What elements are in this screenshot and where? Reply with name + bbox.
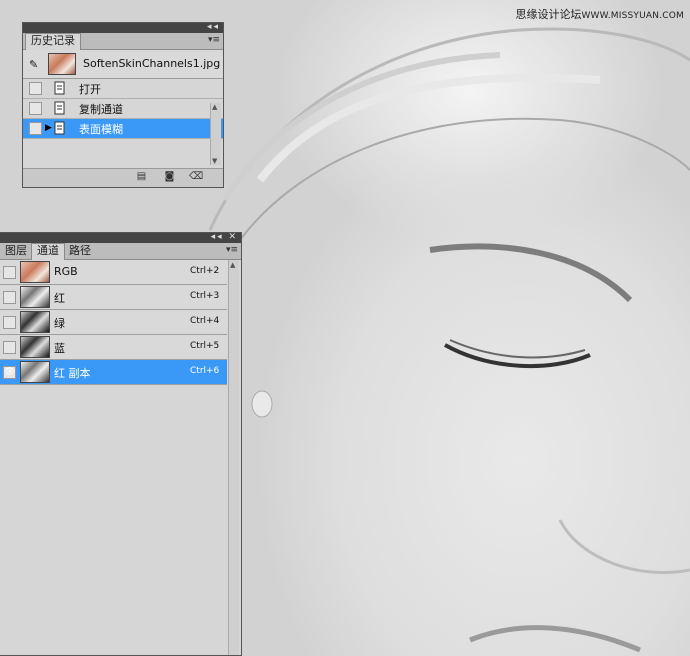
visibility-toggle[interactable]	[3, 291, 16, 304]
channel-row-rgb[interactable]: RGB Ctrl+2	[0, 260, 227, 285]
channel-name: 绿	[54, 317, 65, 330]
history-brush-source[interactable]	[29, 122, 42, 135]
visibility-toggle[interactable]	[3, 316, 16, 329]
history-tab-row: 历史记录 ▾≡	[23, 33, 223, 50]
channel-thumbnail	[20, 361, 50, 383]
channel-name: 红	[54, 292, 65, 305]
camera-icon[interactable]: ◙	[163, 171, 176, 183]
history-pointer-icon: ▶	[45, 123, 52, 133]
watermark-text: 思缘设计论坛	[515, 8, 582, 21]
channel-row-blue[interactable]: 蓝 Ctrl+5	[0, 335, 227, 360]
history-scrollbar[interactable]: ▲ ▼	[210, 103, 221, 165]
panel-menu-icon[interactable]: ▾≡	[208, 35, 220, 45]
channel-name: 红 副本	[54, 367, 91, 380]
scroll-up-icon[interactable]: ▲	[212, 103, 217, 111]
panel-title-bar[interactable]: ◂◂ ✕	[0, 232, 241, 243]
history-state-icon	[54, 121, 65, 135]
snapshot-name: SoftenSkinChannels1.jpg	[83, 57, 221, 70]
new-document-icon[interactable]: ▤	[135, 171, 148, 183]
history-item[interactable]: 复制通道	[23, 99, 223, 119]
channel-row-red-copy[interactable]: 👁 红 副本 Ctrl+6	[0, 360, 227, 385]
history-brush-source[interactable]	[29, 102, 42, 115]
channel-thumbnail	[20, 286, 50, 308]
history-footer: ▤ ◙ ⌫	[23, 168, 223, 187]
tab-paths[interactable]: 路径	[64, 244, 96, 258]
double-arrow-icon[interactable]: ◂◂	[207, 22, 220, 32]
history-item-selected[interactable]: ▶ 表面模糊	[23, 119, 223, 139]
channel-thumbnail	[20, 261, 50, 283]
channel-row-red[interactable]: 红 Ctrl+3	[0, 285, 227, 310]
channel-name: 蓝	[54, 342, 65, 355]
channel-shortcut: Ctrl+4	[190, 316, 220, 326]
watermark-site: WWW.MISSYUAN.COM	[581, 11, 684, 21]
trash-icon[interactable]: ⌫	[189, 171, 203, 183]
channel-shortcut: Ctrl+5	[190, 341, 220, 351]
history-panel: ◂◂ 历史记录 ▾≡ ✎ SoftenSkinChannels1.jpg 打开 …	[22, 22, 224, 188]
history-state-icon	[54, 81, 65, 95]
visibility-toggle[interactable]	[3, 341, 16, 354]
history-item-label: 表面模糊	[79, 123, 123, 136]
channels-list: RGB Ctrl+2 红 Ctrl+3 绿 Ctrl+4 蓝 Ctrl+5 👁 …	[0, 260, 227, 655]
eye-icon[interactable]: 👁	[3, 366, 16, 379]
channel-shortcut: Ctrl+3	[190, 291, 220, 301]
channels-scrollbar[interactable]: ▲	[228, 260, 239, 655]
visibility-toggle[interactable]	[3, 266, 16, 279]
channel-thumbnail	[20, 311, 50, 333]
history-item-label: 复制通道	[79, 103, 123, 116]
history-brush-source[interactable]	[29, 82, 42, 95]
channel-shortcut: Ctrl+6	[190, 366, 220, 376]
tab-history[interactable]: 历史记录	[25, 33, 81, 50]
watermark: 思缘设计论坛WWW.MISSYUAN.COM	[515, 6, 684, 22]
channel-shortcut: Ctrl+2	[190, 266, 220, 276]
channel-row-green[interactable]: 绿 Ctrl+4	[0, 310, 227, 335]
tab-layers[interactable]: 图层	[0, 244, 32, 258]
channels-panel: ◂◂ ✕ 图层 通道 路径 ▾≡ RGB Ctrl+2 红 Ctrl+3 绿 C…	[0, 232, 242, 656]
tab-channels[interactable]: 通道	[31, 243, 65, 260]
panel-menu-icon[interactable]: ▾≡	[226, 245, 238, 255]
channels-tab-row: 图层 通道 路径 ▾≡	[0, 243, 241, 260]
scroll-down-icon[interactable]: ▼	[212, 157, 217, 165]
channel-thumbnail	[20, 336, 50, 358]
history-brush-icon[interactable]: ✎	[29, 58, 38, 71]
history-item-label: 打开	[79, 83, 101, 96]
history-item[interactable]: 打开	[23, 79, 223, 99]
channel-name: RGB	[54, 265, 78, 278]
snapshot-thumbnail	[48, 53, 76, 75]
panel-title-bar[interactable]: ◂◂	[23, 22, 223, 33]
history-state-icon	[54, 101, 65, 115]
double-arrow-icon[interactable]: ◂◂ ✕	[211, 232, 238, 242]
history-snapshot[interactable]: ✎ SoftenSkinChannels1.jpg	[23, 50, 223, 79]
scroll-up-icon[interactable]: ▲	[230, 261, 235, 269]
